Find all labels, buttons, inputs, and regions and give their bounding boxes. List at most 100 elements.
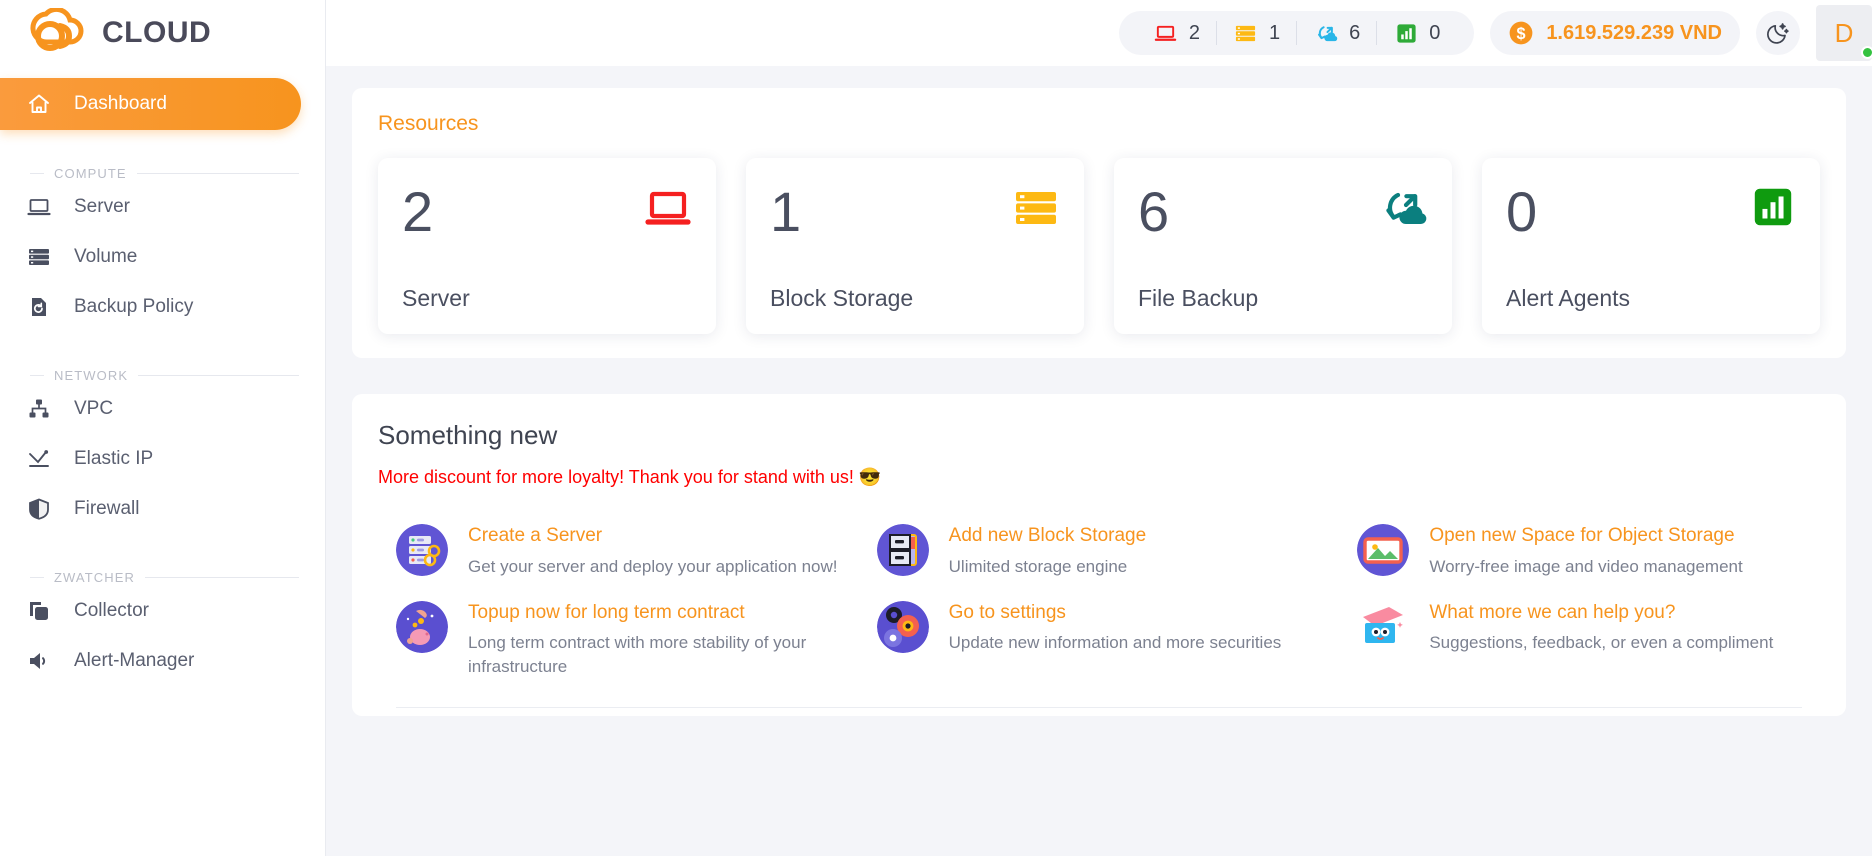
sidebar-item-label: Firewall [74,498,140,519]
resource-card-block-storage[interactable]: 1 Block Storage [746,158,1084,334]
topbar: 2 1 6 0 $ 1.619.529.239 VND D [326,0,1872,66]
link-desc: Ulimited storage engine [948,556,1128,576]
sidebar-item-label: Elastic IP [74,448,154,469]
sidebar-item-server[interactable]: Server [0,182,325,232]
sidebar-item-elastic-ip[interactable]: Elastic IP [0,434,325,484]
sidebar-section-network: NETWORK [0,366,325,384]
stat-block-storage[interactable]: 1 [1217,20,1296,46]
link-title: Open new Space for Object Storage [1429,525,1735,546]
resource-card-server[interactable]: 2 Server [378,158,716,334]
sidebar-item-label: Server [74,196,130,217]
speaker-icon [26,648,52,674]
sidebar-item-firewall[interactable]: Firewall [0,484,325,534]
moon-stars-icon [1765,20,1791,46]
cloud-backup-icon [1380,184,1428,237]
link-title: What more we can help you? [1429,601,1676,623]
sidebar-item-alert-manager[interactable]: Alert-Manager [0,636,325,686]
brand[interactable]: CLOUD [0,0,325,66]
resources-panel: Resources 2 Server 1 Block Storage 6 Fil… [352,88,1846,358]
sidebar-item-label: VPC [74,398,114,419]
resource-card-file-backup[interactable]: 6 File Backup [1114,158,1452,334]
bar-chart-icon [1750,184,1796,235]
link-tile-create-server[interactable]: Create a Server Get your server and depl… [396,524,841,579]
laptop-icon [1153,20,1179,46]
resource-value: 0 [1506,180,1538,243]
cloud-logo-icon [26,6,88,58]
stat-count: 6 [1349,21,1361,44]
balance-amount: 1.619.529.239 VND [1546,21,1722,44]
link-tile-open-object-storage-space[interactable]: Open new Space for Object Storage Worry-… [1357,524,1802,579]
copy-layers-icon [26,598,52,624]
dashboard-content: Resources 2 Server 1 Block Storage 6 Fil… [326,66,1872,856]
section-title: NETWORK [54,367,129,383]
cloud-backup-icon [1313,20,1339,46]
resource-stats-pill: 2 1 6 0 [1118,11,1475,55]
shield-icon [26,496,52,522]
sidebar-item-collector[interactable]: Collector [0,586,325,636]
page-title: Resources [378,112,479,135]
elastic-ip-icon [26,446,52,472]
sidebar-item-label: Volume [74,246,138,267]
link-tile-topup-long-term-contract[interactable]: Topup now for long term contract Long te… [396,600,841,679]
link-desc: Worry-free image and video management [1429,556,1743,576]
resource-label: Alert Agents [1506,285,1631,311]
balance-pill[interactable]: $ 1.619.529.239 VND [1490,11,1740,55]
sidebar-section-zwatcher: ZWATCHER [0,568,325,586]
main-area: 2 1 6 0 $ 1.619.529.239 VND D Resources … [326,0,1872,856]
stat-count: 2 [1188,21,1200,44]
stat-alert-agents[interactable]: 0 [1377,20,1456,46]
section-title: COMPUTE [54,165,127,181]
link-desc: Update new information and more securiti… [948,633,1282,653]
network-topology-icon [26,396,52,422]
sidebar-item-label: Dashboard [74,93,167,114]
resource-label: File Backup [1138,285,1259,311]
section-heading: Something new [378,420,558,450]
resource-value: 2 [402,180,434,243]
something-new-panel: Something new More discount for more loy… [352,394,1846,716]
sidebar-item-label: Backup Policy [74,296,194,317]
link-tile-add-block-storage[interactable]: Add new Block Storage Ulimited storage e… [876,524,1322,579]
server-stack-icon [26,244,52,270]
sidebar-item-volume[interactable]: Volume [0,232,325,282]
link-tile-go-to-settings[interactable]: Go to settings Update new information an… [876,600,1322,679]
backup-restore-icon [26,294,52,320]
avatar[interactable]: D [1816,5,1872,61]
sidebar-section-compute: COMPUTE [0,164,325,182]
sidebar: CLOUD Dashboard COMPUTE Server Volume Ba… [0,0,326,856]
stat-file-backup[interactable]: 6 [1297,20,1376,46]
sidebar-item-backup-policy[interactable]: Backup Policy [0,282,325,332]
quick-links-grid: Create a Server Get your server and depl… [378,524,1820,708]
app-root: CLOUD Dashboard COMPUTE Server Volume Ba… [0,0,1872,856]
sidebar-item-vpc[interactable]: VPC [0,384,325,434]
server-stack-icon [1012,184,1060,237]
feedback-box-illustration [1357,601,1409,653]
link-tile-what-more-help[interactable]: What more we can help you? Suggestions, … [1357,601,1802,679]
sidebar-item-label: Alert-Manager [74,650,195,671]
stat-count: 1 [1268,21,1281,44]
divider [396,706,1802,708]
dollar-coin-icon: $ [1508,20,1534,46]
theme-toggle-button[interactable] [1756,11,1800,55]
gears-illustration [876,600,929,653]
resource-card-alert-agents[interactable]: 0 Alert Agents [1482,158,1820,334]
section-title: ZWATCHER [54,569,136,585]
link-desc: Get your server and deploy your applicat… [468,556,838,576]
home-icon [26,91,52,117]
sidebar-item-label: Collector [74,600,149,621]
status-badge [1861,46,1872,59]
stat-server[interactable]: 2 [1137,20,1216,46]
server-stack-icon [1233,20,1259,46]
laptop-icon [26,194,52,220]
stat-count: 0 [1429,21,1441,44]
resource-value: 6 [1138,180,1170,243]
resource-value: 1 [770,180,802,243]
photo-frame-illustration [1357,524,1410,576]
link-title: Topup now for long term contract [468,601,745,623]
laptop-icon [644,184,692,237]
server-rack-illustration [396,524,448,576]
bar-chart-icon [1393,20,1419,46]
link-title: Add new Block Storage [948,525,1147,546]
sidebar-item-dashboard[interactable]: Dashboard [0,78,301,130]
resource-label: Server [402,285,470,311]
resources-grid: 2 Server 1 Block Storage 6 File Backup 0… [378,158,1820,334]
